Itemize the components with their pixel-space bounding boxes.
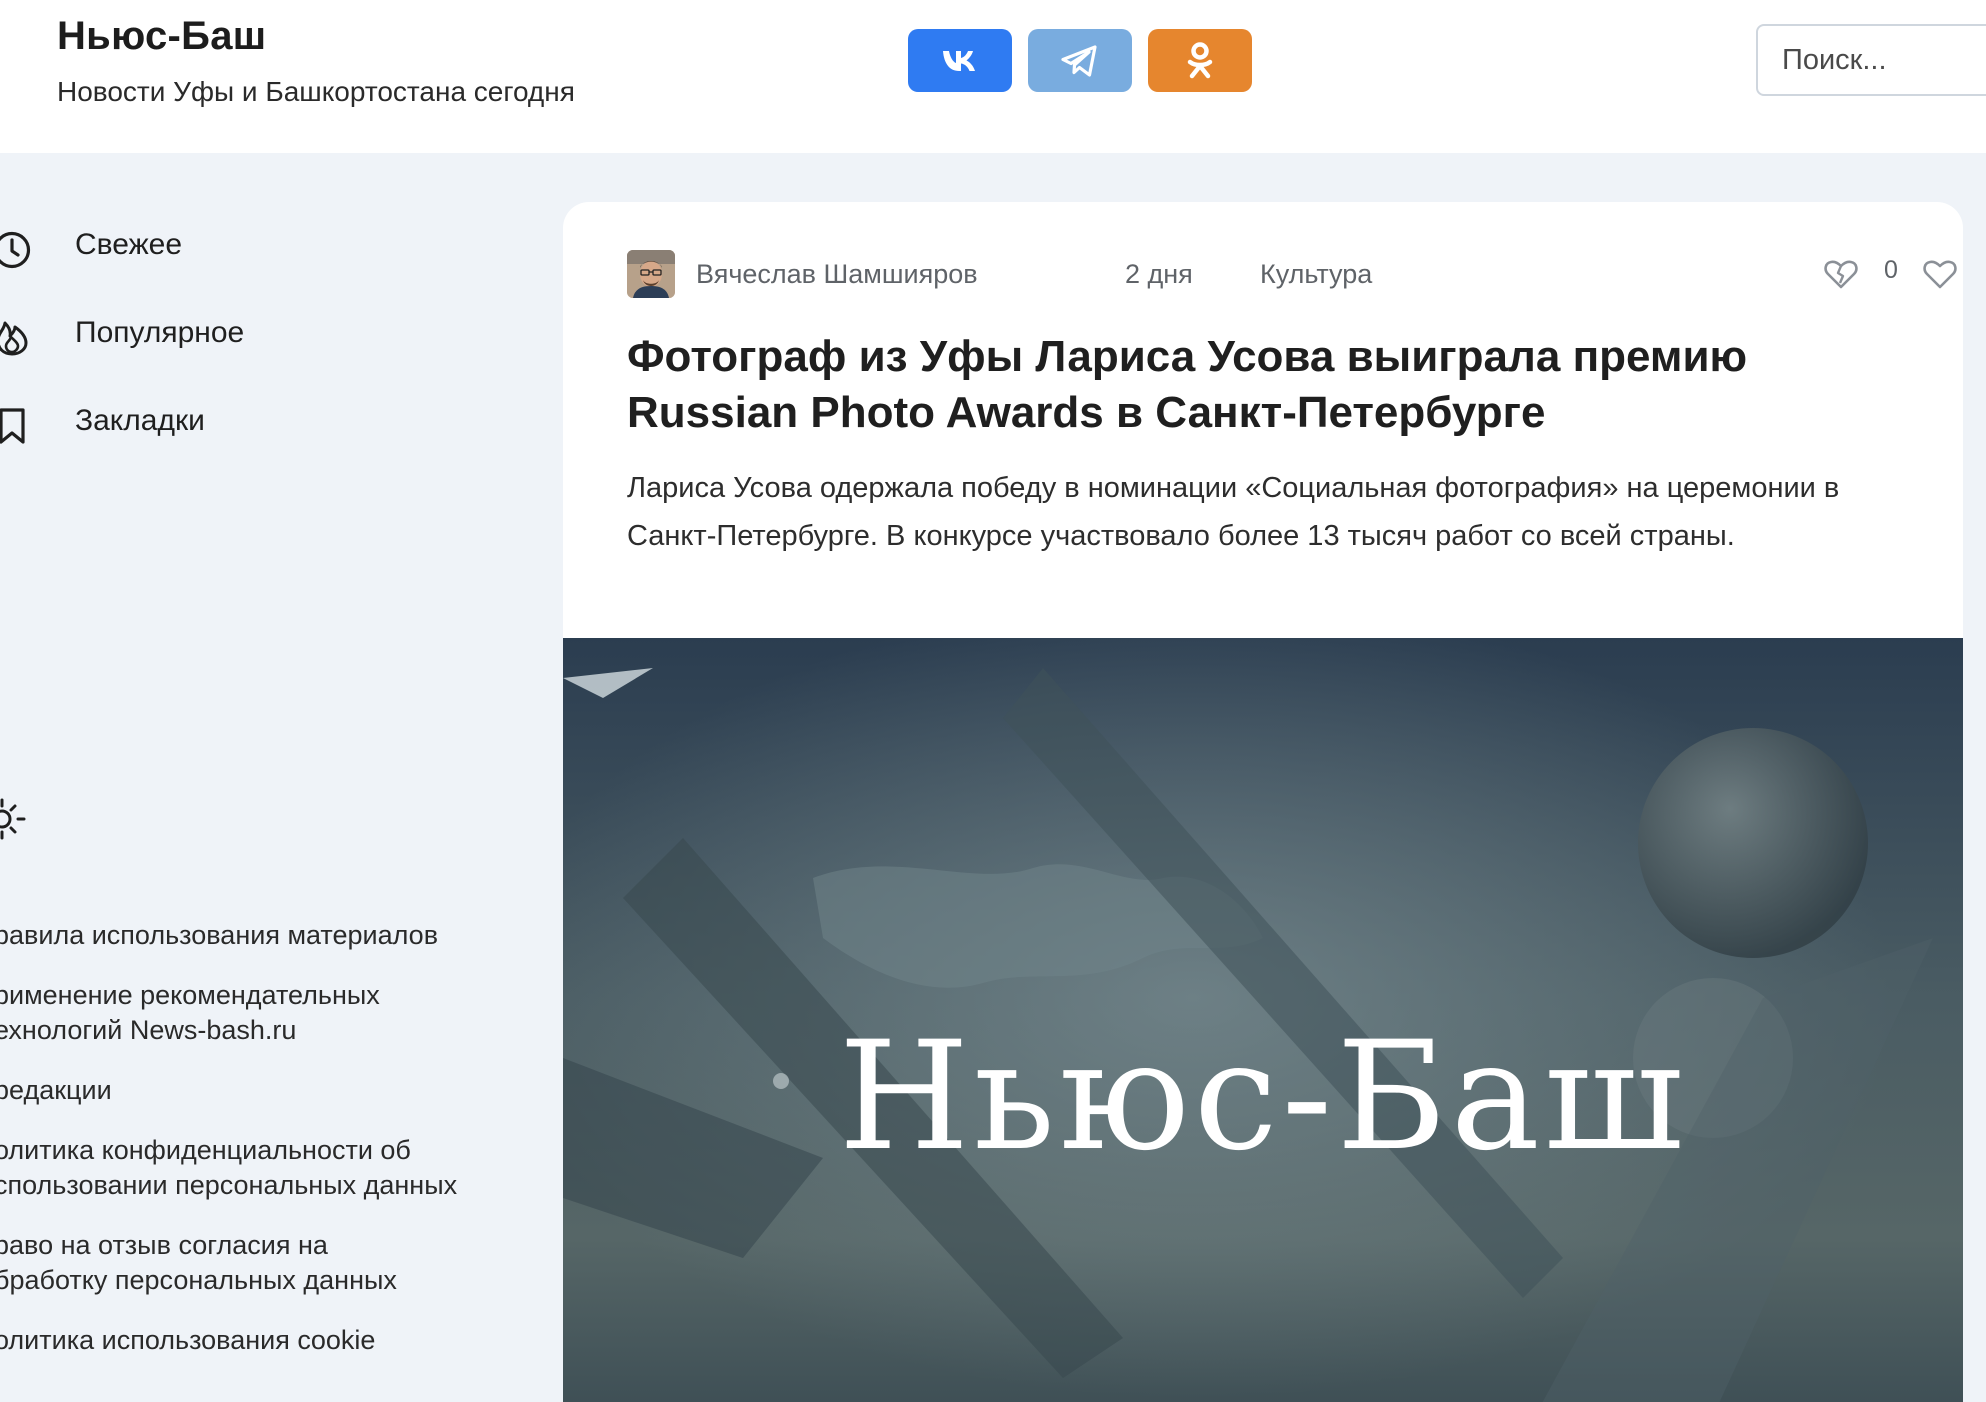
publish-time: 2 дня — [1125, 259, 1193, 289]
footer-link-rules[interactable]: равила использования материалов — [0, 918, 514, 953]
heart-icon[interactable] — [1923, 258, 1957, 290]
footer-link-editorial[interactable]: редакции — [0, 1073, 514, 1108]
avatar-photo — [627, 250, 675, 298]
author-name[interactable]: Вячеслав Шамшияров — [696, 259, 978, 290]
telegram-icon — [1061, 44, 1097, 77]
telegram-button[interactable] — [1028, 29, 1132, 92]
footer-link-recommendations[interactable]: рименение рекомендательных ехнологий New… — [0, 978, 514, 1048]
svg-text:Ньюс-Баш: Ньюс-Баш — [839, 1010, 1688, 1184]
site-title[interactable]: Ньюс-Баш — [57, 14, 266, 59]
article-meta: Вячеслав Шамшияров 2 дня Культура 0 — [627, 250, 1957, 298]
odnoklassniki-button[interactable] — [1148, 29, 1252, 92]
bookmark-icon — [0, 408, 25, 444]
nav-label-popular: Популярное — [75, 316, 245, 349]
site-header: Ньюс-Баш Новости Уфы и Башкортостана сег… — [0, 0, 1986, 153]
article-image[interactable]: Ньюс-Баш — [563, 638, 1963, 1402]
footer-link-privacy[interactable]: олитика конфиденциальности об спользован… — [0, 1133, 514, 1203]
broken-heart-icon[interactable] — [1824, 258, 1858, 290]
site-subtitle: Новости Уфы и Башкортостана сегодня — [57, 76, 575, 107]
hero-logo-text: Ньюс-Баш — [839, 1010, 1688, 1184]
footer-link-consent-revoke[interactable]: раво на отзыв согласия на бработку персо… — [0, 1228, 514, 1298]
search-input[interactable] — [1756, 24, 1986, 96]
clock-icon — [0, 231, 31, 269]
article-card: Вячеслав Шамшияров 2 дня Культура 0 Фото… — [563, 202, 1963, 1402]
vk-icon — [943, 50, 975, 71]
nav-label-bookmarks: Закладки — [75, 404, 205, 437]
vk-button[interactable] — [908, 29, 1012, 92]
rating-count: 0 — [1884, 256, 1898, 284]
odnoklassniki-icon — [1187, 41, 1213, 78]
footer-links: равила использования материалов рименени… — [0, 918, 514, 1383]
footer-link-cookie[interactable]: олитика использования cookie — [0, 1323, 514, 1358]
article-headline[interactable]: Фотограф из Уфы Лариса Усова выиграла пр… — [627, 329, 1917, 441]
fire-icon — [0, 321, 28, 356]
category-link[interactable]: Культура — [1260, 259, 1372, 290]
author-avatar[interactable] — [627, 250, 675, 298]
nav-label-fresh: Свежее — [75, 228, 183, 261]
article-lede: Лариса Усова одержала победу в номинации… — [627, 472, 1840, 552]
sun-icon[interactable] — [0, 795, 28, 843]
